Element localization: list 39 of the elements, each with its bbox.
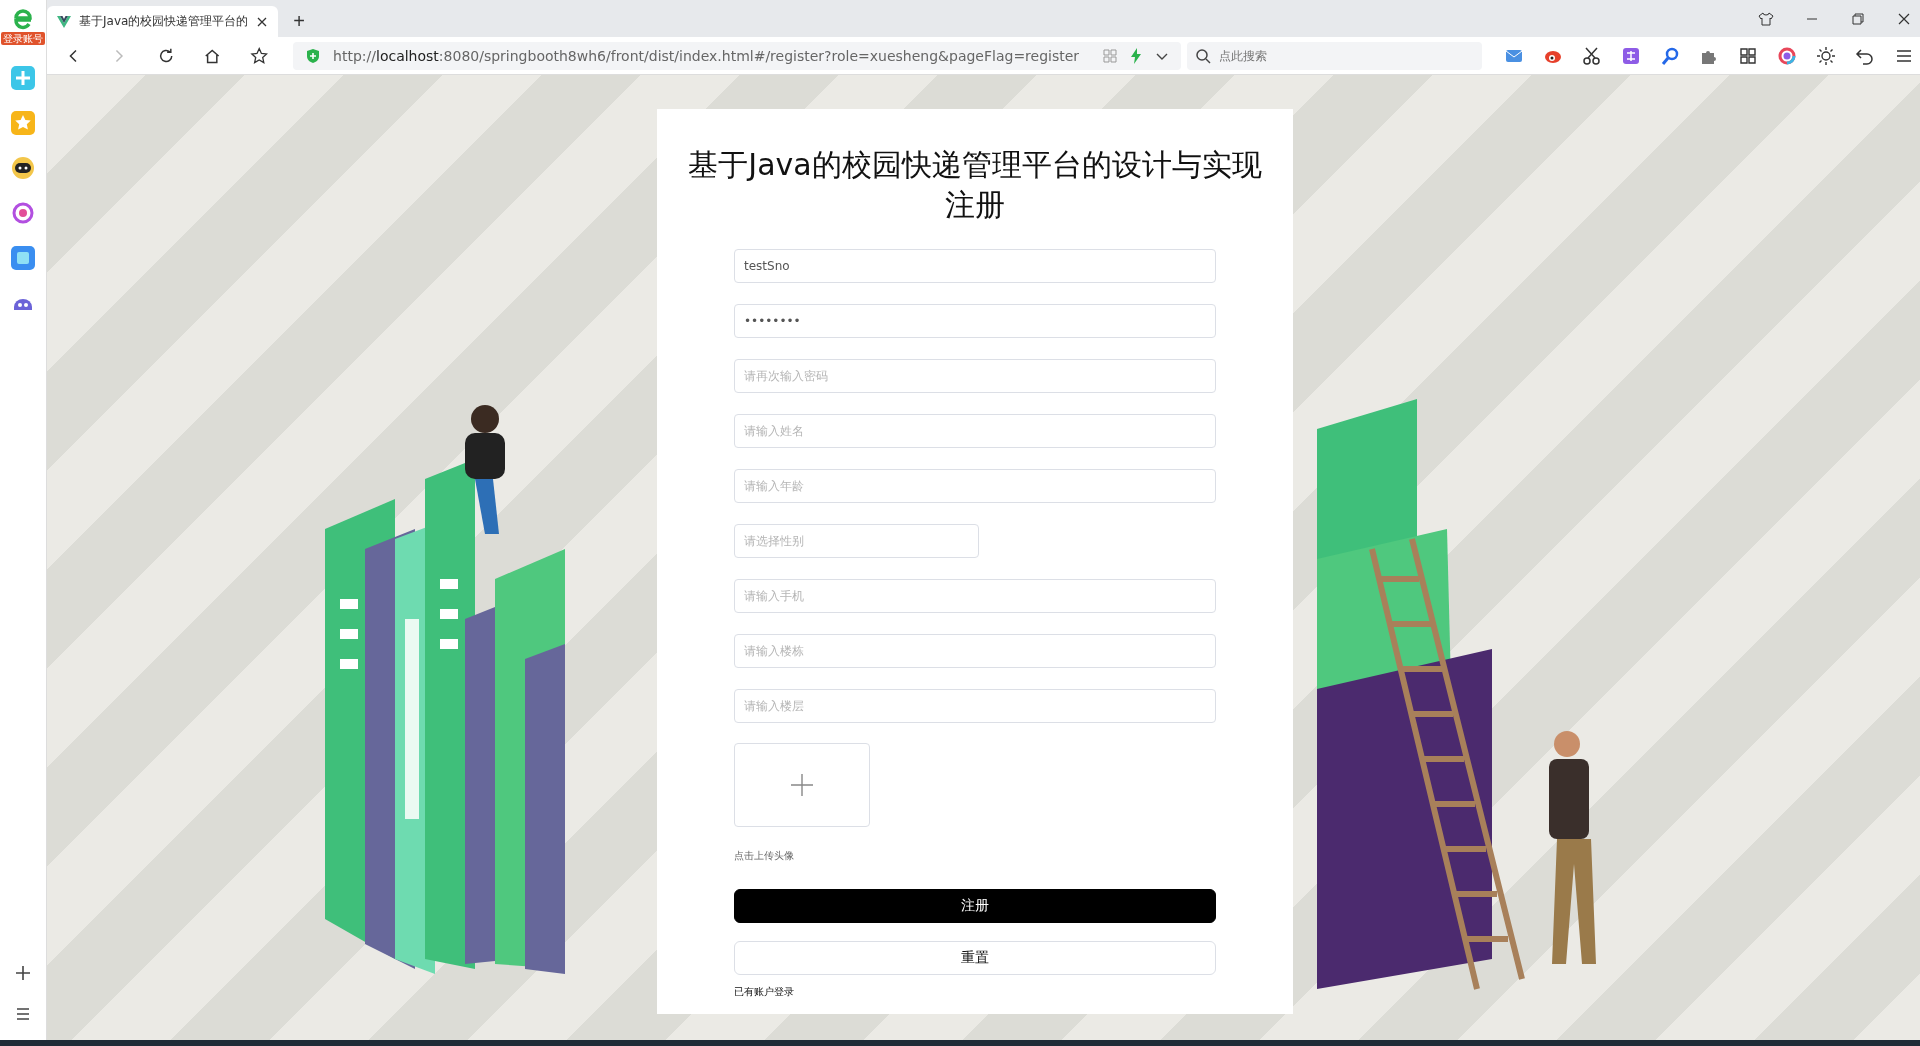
text-field[interactable]: 请输入手机 [734,579,1216,613]
scissors-icon[interactable] [1581,45,1602,66]
text-field[interactable]: 请输入年龄 [734,469,1216,503]
close-tab-icon[interactable] [256,15,268,28]
address-field[interactable]: http://localhost:8080/springbooth8wh6/front/dist/index.html#/register?role=xuesheng&pageFlag=register [293,41,1182,70]
chat-bot-icon[interactable] [11,156,35,180]
upload-hint: 点击上传头像 [734,849,794,863]
restore-icon[interactable] [1850,11,1866,27]
reset-button[interactable]: 重置 [734,941,1216,975]
select-field[interactable]: 请选择性别 [734,524,979,558]
v-logo-icon [57,14,71,29]
text-field[interactable]: 请输入楼栋 [734,634,1216,668]
url-text: http://localhost:8080/springbooth8wh6/front/dist/index.html#/register?role=xuesheng&pageFlag=register [333,47,1080,64]
new-tab-button[interactable]: + [284,6,314,37]
bolt-icon[interactable] [1129,47,1144,64]
register-button[interactable]: 注册 [734,889,1216,923]
text-field[interactable]: •••••••• [734,304,1216,338]
text-field[interactable]: 请输入楼层 [734,689,1216,723]
magnifier-icon[interactable] [1659,45,1680,66]
text-field[interactable]: 请输入姓名 [734,414,1216,448]
login-link[interactable]: 已有账户登录 [734,985,794,999]
browser-tab[interactable]: 基于Java的校园快递管理平台的 [47,6,278,37]
shield-icon [305,47,322,64]
account-badge[interactable]: 登录账号 [1,32,45,45]
grid-icon[interactable] [1737,45,1758,66]
shirt-icon[interactable] [1758,11,1774,27]
app-square-icon[interactable] [11,246,35,270]
text-field[interactable]: testSno [734,249,1216,283]
plus-icon [790,773,814,797]
color-ring-icon[interactable] [1776,45,1797,66]
tab-title: 基于Java的校园快递管理平台的 [79,13,248,30]
search-field[interactable]: 点此搜索 [1187,41,1482,70]
text-field[interactable]: 请再次输入密码 [734,359,1216,393]
close-icon[interactable] [1896,11,1912,27]
brightness-icon[interactable] [1815,45,1836,66]
form-subtitle: 注册 [945,186,1005,224]
form-title: 基于Java的校园快递管理平台的设计与实现 [688,146,1262,184]
plus-icon[interactable] [13,963,33,983]
gradient-ring-icon[interactable] [11,201,35,225]
